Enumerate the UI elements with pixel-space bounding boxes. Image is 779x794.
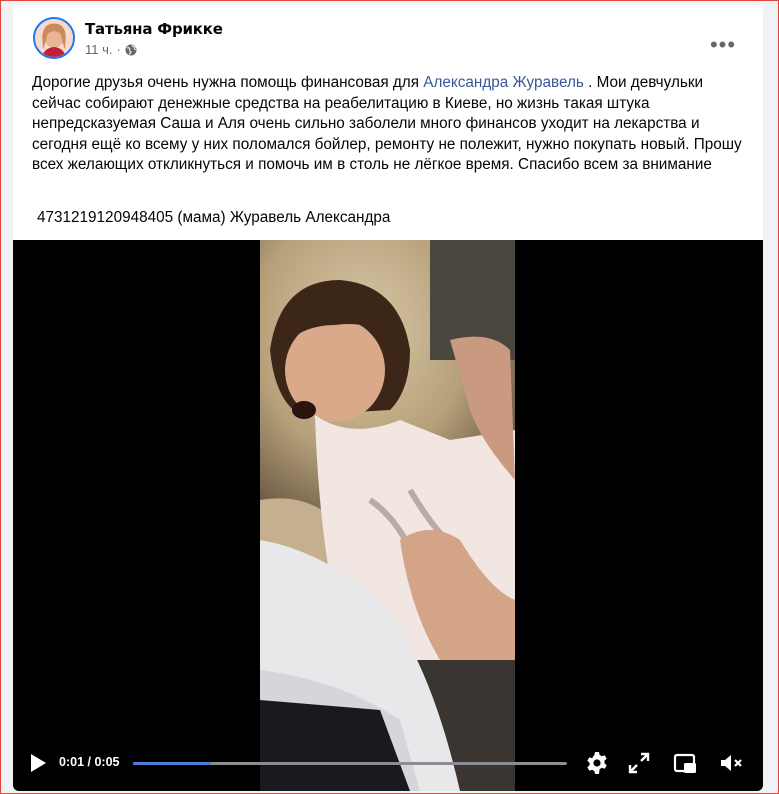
post-card: Татьяна Фрикке 11 ч. · ••• Дорогие друзь… bbox=[13, 5, 763, 791]
picture-in-picture-icon[interactable] bbox=[673, 751, 697, 775]
more-options-icon: ••• bbox=[709, 32, 737, 57]
post-meta: 11 ч. · bbox=[85, 42, 137, 57]
video-duration: 0:05 bbox=[94, 755, 120, 769]
post-text-start: Дорогие друзья очень нужна помощь финанс… bbox=[32, 74, 424, 91]
fullscreen-expand-icon[interactable] bbox=[627, 751, 651, 775]
video-frame-image bbox=[260, 240, 515, 791]
post-text: Дорогие друзья очень нужна помощь финанс… bbox=[32, 73, 750, 176]
mention-link[interactable]: Александра Журавель bbox=[423, 74, 584, 91]
play-icon[interactable] bbox=[29, 753, 47, 773]
author-name[interactable]: Татьяна Фрикке bbox=[85, 20, 223, 38]
globe-icon[interactable] bbox=[125, 44, 137, 56]
post-header: Татьяна Фрикке 11 ч. · bbox=[33, 17, 733, 63]
gear-icon[interactable] bbox=[585, 751, 609, 775]
avatar[interactable] bbox=[33, 17, 75, 59]
video-current-time: 0:01 bbox=[59, 755, 85, 769]
more-options-button[interactable]: ••• bbox=[705, 27, 741, 63]
video-controls: 0:01 / 0:05 bbox=[13, 735, 763, 791]
post-timestamp[interactable]: 11 ч. bbox=[85, 42, 113, 57]
meta-separator: · bbox=[116, 42, 121, 57]
video-player[interactable]: 0:01 / 0:05 bbox=[13, 240, 763, 791]
volume-muted-icon[interactable] bbox=[719, 751, 743, 775]
video-progress-fill bbox=[133, 762, 212, 765]
screenshot-frame: Татьяна Фрикке 11 ч. · ••• Дорогие друзь… bbox=[0, 0, 779, 794]
video-progress-bar[interactable] bbox=[133, 762, 567, 765]
video-time: 0:01 / 0:05 bbox=[59, 755, 119, 769]
video-frame bbox=[260, 240, 515, 791]
account-line: 4731219120948405 (мама) Журавель Алексан… bbox=[37, 209, 391, 226]
video-time-separator: / bbox=[84, 755, 95, 769]
avatar-photo bbox=[35, 19, 73, 57]
